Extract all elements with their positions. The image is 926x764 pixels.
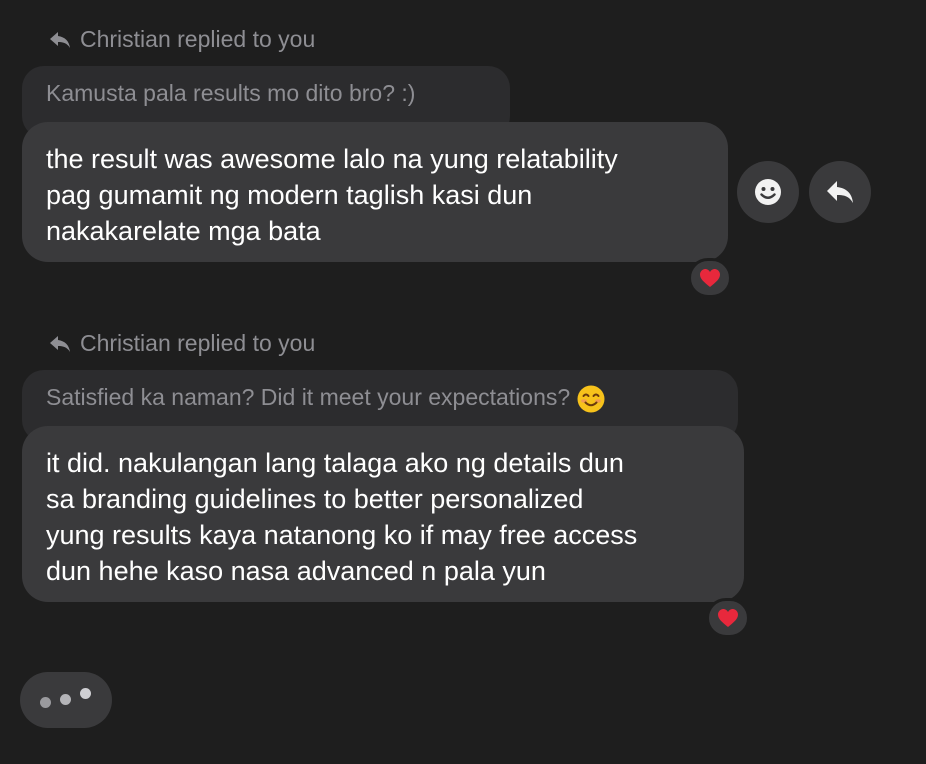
- message-line: the result was awesome lalo na yung rela…: [46, 144, 618, 174]
- emoji-react-button[interactable]: [737, 161, 799, 223]
- reply-button[interactable]: [809, 161, 871, 223]
- message-line: it did. nakulangan lang talaga ako ng de…: [46, 448, 624, 478]
- reply-icon: [827, 181, 853, 203]
- reply-header-text: Christian replied to you: [80, 330, 316, 356]
- heart-reaction[interactable]: [688, 258, 732, 298]
- typing-dot: [80, 688, 91, 699]
- message-bubble[interactable]: it did. nakulangan lang talaga ako ng de…: [22, 426, 744, 602]
- typing-indicator: [20, 672, 112, 728]
- reply-arrow-icon: [50, 31, 70, 48]
- typing-dot: [40, 697, 51, 708]
- quoted-message-text: Kamusta pala results mo dito bro? :): [46, 80, 416, 106]
- message-line: sa branding guidelines to better persona…: [46, 484, 584, 514]
- reply-arrow-icon: [50, 335, 70, 352]
- message-line: dun hehe kaso nasa advanced n pala yun: [46, 556, 546, 586]
- reply-header-text: Christian replied to you: [80, 26, 316, 52]
- typing-dot: [60, 694, 71, 705]
- heart-reaction[interactable]: [706, 598, 750, 638]
- smiley-icon: [755, 179, 781, 205]
- quoted-message-text: Satisfied ka naman? Did it meet your exp…: [46, 384, 571, 410]
- smiling-face-emoji: [577, 385, 605, 413]
- heart-icon: [718, 609, 738, 627]
- chat-thread: Christian replied to you Kamusta pala re…: [0, 0, 926, 764]
- message-line: yung results kaya natanong ko if may fre…: [46, 520, 638, 550]
- reply-header: Christian replied to you: [48, 26, 315, 53]
- heart-icon: [700, 269, 720, 287]
- message-bubble[interactable]: the result was awesome lalo na yung rela…: [22, 122, 728, 262]
- reply-header: Christian replied to you: [48, 330, 315, 357]
- message-line: pag gumamit ng modern taglish kasi dun: [46, 180, 533, 210]
- message-line: nakakarelate mga bata: [46, 216, 321, 246]
